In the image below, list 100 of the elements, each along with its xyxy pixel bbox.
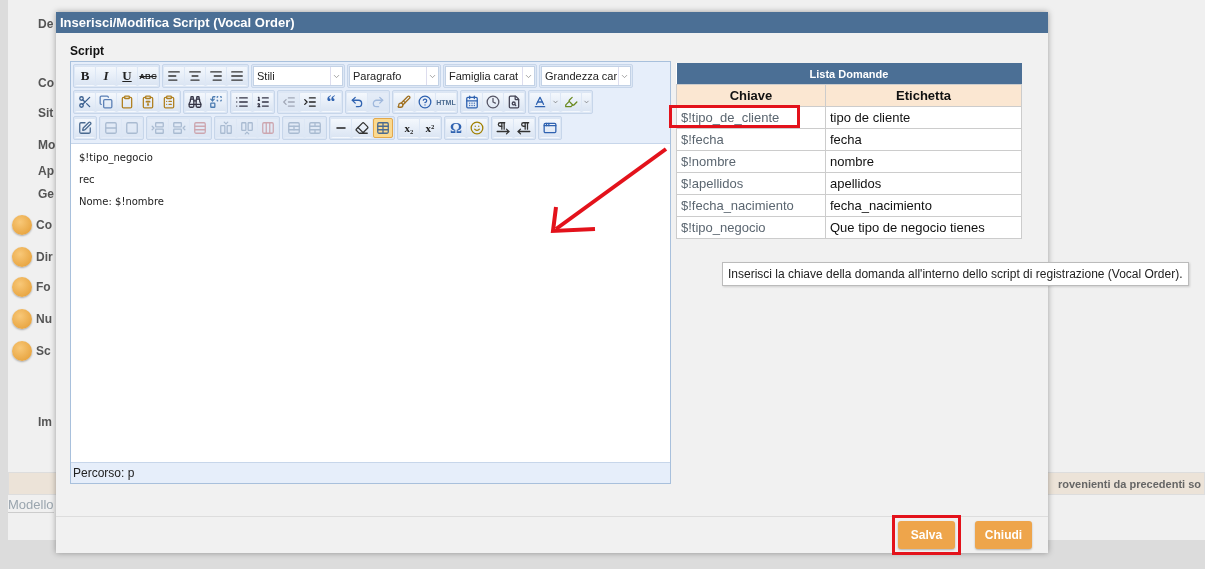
key-link[interactable]: $!apellidos [676, 172, 826, 195]
bullet-list-icon [235, 95, 249, 109]
calendar-icon [465, 95, 479, 109]
toolbar-button[interactable] [504, 92, 524, 112]
field-label: Mo [38, 138, 56, 152]
redo-icon [371, 95, 385, 109]
toolbar-button[interactable]: I [96, 66, 116, 86]
toolbar-button[interactable] [232, 92, 252, 112]
toolbar-button[interactable] [415, 92, 435, 112]
split-cells-icon [287, 121, 301, 135]
indent-icon [303, 95, 317, 109]
brush-icon [397, 95, 411, 109]
toolbar-button[interactable] [185, 66, 205, 86]
field-label: Sit [38, 106, 54, 120]
paragraph: $!tipo_negocio [79, 152, 154, 165]
table-cell: fecha_nacimiento [825, 194, 1022, 217]
copy-icon [99, 95, 113, 109]
toolbar-button[interactable]: Ω [446, 118, 466, 138]
pilcrow-right-icon [496, 121, 510, 135]
table-cell: nombre [825, 150, 1022, 173]
toolbar-button[interactable] [347, 92, 367, 112]
table-edit-icon [78, 121, 92, 135]
undo-icon [350, 95, 364, 109]
toolbar-button[interactable] [493, 118, 513, 138]
pilcrow-left-icon [517, 121, 531, 135]
toolbar-button[interactable]: x₂ [399, 118, 419, 138]
table-cell: fecha [825, 128, 1022, 151]
field-label: Fo [36, 280, 51, 294]
field-label: Co [38, 76, 54, 90]
dropdown[interactable]: Stili [253, 66, 343, 86]
field-label: Co [36, 218, 52, 232]
replace-icon [209, 95, 223, 109]
merge-cells-icon [308, 121, 322, 135]
toolbar-button[interactable] [164, 66, 184, 86]
row-delete-icon [193, 121, 207, 135]
table-cell: tipo de cliente [825, 106, 1022, 129]
window-icon [543, 121, 557, 135]
field-label: Ge [38, 187, 54, 201]
paragraph: rec [79, 174, 96, 187]
field-label: Modello [8, 497, 54, 513]
rows-icon [104, 121, 118, 135]
toolbar-button[interactable] [206, 66, 226, 86]
field-label: Im [38, 415, 52, 429]
binoculars-icon [188, 95, 202, 109]
help-icon [418, 95, 432, 109]
numbered-list-icon [256, 95, 270, 109]
outdent-icon [282, 95, 296, 109]
clipboard-text-icon [141, 95, 155, 109]
caret-icon [583, 98, 590, 106]
text-color-icon [533, 95, 547, 109]
clipboard-document-icon [162, 95, 176, 109]
align-justify-icon [230, 69, 244, 83]
clipboard-icon [120, 95, 134, 109]
column-insert-icon [219, 121, 233, 135]
field-label: De [38, 17, 54, 31]
toolbar-button[interactable] [300, 92, 320, 112]
toolbar-button[interactable]: x² [420, 118, 440, 138]
toolbar-button[interactable] [514, 118, 534, 138]
align-left-icon [167, 69, 181, 83]
row-insert-icon [172, 121, 186, 135]
toolbar-button[interactable] [331, 118, 351, 138]
highlighter-icon [564, 95, 578, 109]
dropdown[interactable]: Grandezza car [541, 66, 631, 86]
dropdown[interactable]: Famiglia carat [445, 66, 535, 86]
dropdown[interactable]: Paragrafo [349, 66, 439, 86]
table-cell: Que tipo de negocio tienes [825, 216, 1022, 239]
align-center-icon [188, 69, 202, 83]
field-label: Nu [36, 312, 52, 326]
scissors-icon [78, 95, 92, 109]
toolbar-button[interactable] [530, 92, 550, 112]
column-delete-icon [261, 121, 275, 135]
paragraph: Nome: $!nombre [79, 196, 165, 209]
column-header: Chiave [676, 84, 826, 107]
preview-icon [507, 95, 521, 109]
tooltip: Inserisci la chiave della domanda all'interno dello script di registrazione (Vocal Order). [722, 262, 1189, 286]
toolbar-button[interactable]: “ [321, 92, 341, 112]
section-label: Script [70, 44, 105, 60]
field-label: Ap [38, 164, 54, 178]
key-link[interactable]: $!fecha_nacimiento [676, 194, 826, 217]
editor-content[interactable]: $!tipo_negocio rec Nome: $!nombre [71, 143, 670, 463]
key-link[interactable]: $!tipo_de_cliente [676, 106, 826, 129]
caret-icon [552, 98, 559, 106]
key-link[interactable]: $!tipo_negocio [676, 216, 826, 239]
toolbar-button[interactable] [185, 92, 205, 112]
clock-icon [486, 95, 500, 109]
status-text: Percorso: p [73, 466, 135, 480]
toolbar-button[interactable] [462, 92, 482, 112]
toolbar-button[interactable] [253, 92, 273, 112]
align-right-icon [209, 69, 223, 83]
toolbar-button[interactable]: U [117, 66, 137, 86]
toolbar-button[interactable] [227, 66, 247, 86]
toolbar-button[interactable] [483, 92, 503, 112]
toolbar-button[interactable]: B [75, 66, 95, 86]
key-link[interactable]: $!fecha [676, 128, 826, 151]
column-header: Etichetta [825, 84, 1022, 107]
field-label: Dir [36, 250, 53, 264]
key-link[interactable]: $!nombre [676, 150, 826, 173]
toolbar-button[interactable] [352, 118, 372, 138]
toolbar-button[interactable] [75, 92, 95, 112]
toolbar-button[interactable]: ABC [138, 66, 158, 86]
